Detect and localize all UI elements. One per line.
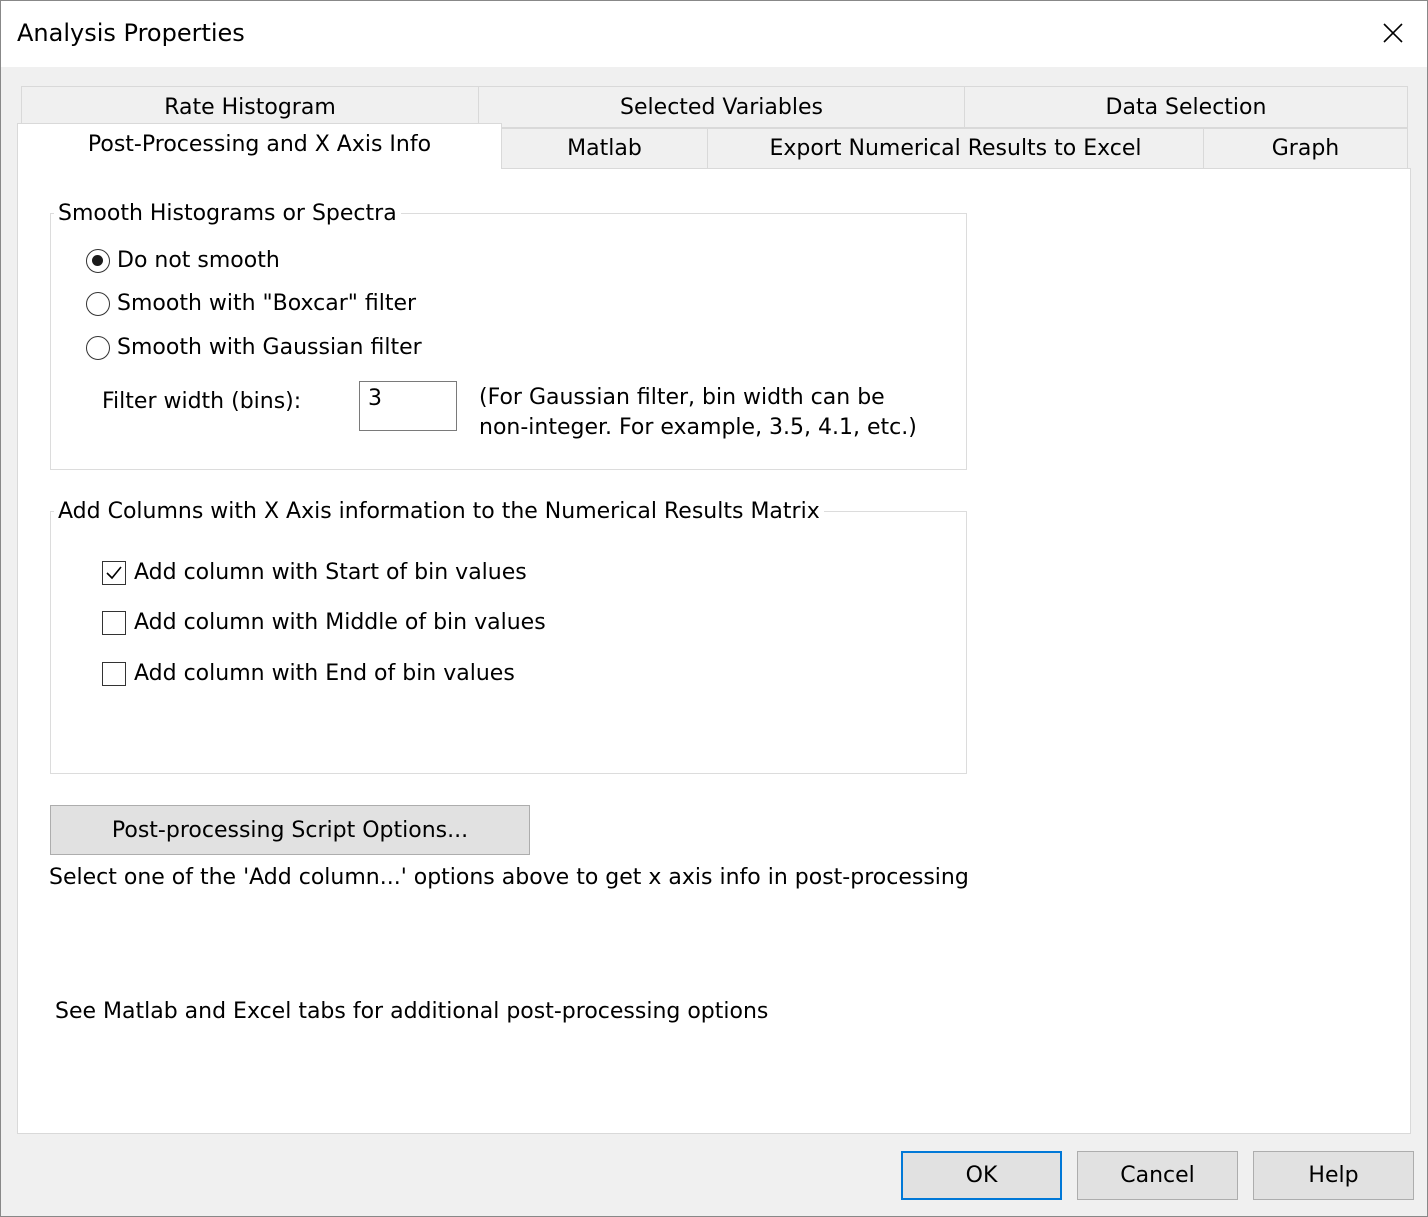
tab-rate-histogram[interactable]: Rate Histogram: [21, 86, 479, 128]
tab-data-selection[interactable]: Data Selection: [964, 86, 1408, 128]
filter-width-label: Filter width (bins):: [102, 389, 302, 414]
radio-label: Smooth with "Boxcar" filter: [117, 291, 417, 316]
checkbox-label: Add column with End of bin values: [134, 661, 515, 686]
dialog-window: Analysis Properties Rate Histogram Selec…: [0, 0, 1428, 1217]
title-bar: Analysis Properties: [1, 1, 1427, 67]
radio-label: Smooth with Gaussian filter: [117, 335, 422, 360]
tab-label: Data Selection: [1105, 94, 1267, 120]
filter-note-line1: (For Gaussian filter, bin width can be: [479, 385, 885, 410]
checkbox-middle-of-bin[interactable]: Add column with Middle of bin values: [102, 610, 546, 635]
radio-label: Do not smooth: [117, 248, 280, 273]
tab-label: Graph: [1271, 136, 1340, 161]
hint-text: Select one of the 'Add column...' option…: [49, 865, 969, 890]
checkbox-start-of-bin[interactable]: Add column with Start of bin values: [102, 560, 527, 585]
radio-do-not-smooth[interactable]: Do not smooth: [86, 248, 280, 273]
checkmark-icon: [106, 565, 122, 579]
radio-button-icon: [86, 248, 110, 273]
tab-label: Rate Histogram: [164, 94, 336, 120]
ok-button[interactable]: OK: [901, 1151, 1062, 1200]
tab-label: Matlab: [567, 136, 642, 161]
see-also-text: See Matlab and Excel tabs for additional…: [55, 999, 769, 1024]
cancel-button[interactable]: Cancel: [1077, 1151, 1238, 1200]
tab-export-excel[interactable]: Export Numerical Results to Excel: [707, 128, 1204, 169]
checkbox-label: Add column with Middle of bin values: [134, 610, 546, 635]
filter-note-line2: non-integer. For example, 3.5, 4.1, etc.…: [479, 415, 917, 440]
close-icon: [1383, 23, 1403, 43]
columns-groupbox: [50, 511, 967, 774]
checkbox-icon: [102, 610, 126, 635]
tab-label: Post-Processing and X Axis Info: [87, 132, 432, 157]
checkbox-icon: [102, 560, 126, 585]
columns-group-title: Add Columns with X Axis information to t…: [54, 499, 824, 524]
tab-panel: Smooth Histograms or Spectra Do not smoo…: [17, 168, 1411, 1134]
filter-width-input[interactable]: 3: [359, 381, 457, 431]
radio-button-icon: [86, 335, 110, 360]
radio-button-icon: [86, 291, 110, 316]
close-button[interactable]: [1373, 13, 1413, 53]
window-title: Analysis Properties: [17, 19, 245, 47]
radio-boxcar[interactable]: Smooth with "Boxcar" filter: [86, 291, 416, 316]
smooth-group-title: Smooth Histograms or Spectra: [54, 201, 401, 226]
tab-label: Selected Variables: [620, 94, 823, 120]
tab-matlab[interactable]: Matlab: [501, 128, 708, 169]
checkbox-icon: [102, 661, 126, 686]
help-button[interactable]: Help: [1253, 1151, 1414, 1200]
post-processing-script-options-button[interactable]: Post-processing Script Options...: [50, 805, 530, 855]
tab-post-processing[interactable]: Post-Processing and X Axis Info: [17, 123, 502, 169]
tab-label: Export Numerical Results to Excel: [769, 136, 1142, 161]
tab-selected-variables[interactable]: Selected Variables: [478, 86, 965, 128]
checkbox-end-of-bin[interactable]: Add column with End of bin values: [102, 661, 515, 686]
tab-graph[interactable]: Graph: [1203, 128, 1408, 169]
radio-gaussian[interactable]: Smooth with Gaussian filter: [86, 335, 422, 360]
checkbox-label: Add column with Start of bin values: [134, 560, 527, 585]
